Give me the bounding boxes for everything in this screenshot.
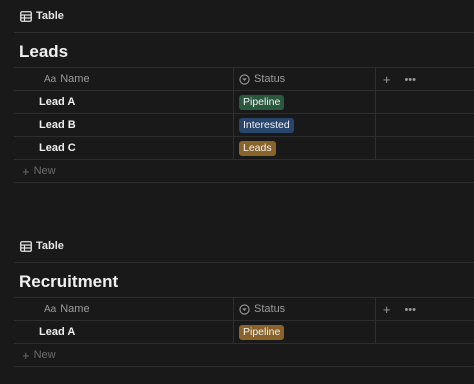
view-bar: Table xyxy=(14,230,474,263)
name-cell[interactable]: Lead B xyxy=(14,114,234,136)
row-filler xyxy=(376,114,474,136)
table: Aa Name Status + ••• Lead A Pipeline xyxy=(14,297,474,367)
status-cell[interactable]: Pipeline xyxy=(234,321,376,343)
view-tab-table[interactable]: Table xyxy=(14,5,68,27)
database-leads: Table Leads Aa Name Status + ••• Lead A … xyxy=(0,0,474,183)
new-row-button[interactable]: + New xyxy=(14,344,474,367)
text-property-icon: Aa xyxy=(44,73,57,85)
more-options-icon[interactable]: ••• xyxy=(404,74,416,86)
status-cell[interactable]: Interested xyxy=(234,114,376,136)
status-property-icon xyxy=(239,303,250,315)
table: Aa Name Status + ••• Lead A Pipeline xyxy=(14,67,474,183)
new-row-label: New xyxy=(33,165,56,177)
status-tag: Interested xyxy=(239,117,294,133)
status-cell[interactable]: Leads xyxy=(234,137,376,159)
column-header-name-label: Name xyxy=(60,73,90,85)
status-tag: Leads xyxy=(239,140,276,156)
plus-icon: + xyxy=(22,347,30,363)
database-title[interactable]: Recruitment xyxy=(19,272,474,292)
row-name: Lead C xyxy=(39,142,76,154)
view-tab-label: Table xyxy=(36,240,64,252)
name-cell[interactable]: Lead C xyxy=(14,137,234,159)
view-tab-table[interactable]: Table xyxy=(14,235,68,257)
column-header-name[interactable]: Aa Name xyxy=(14,68,234,90)
status-tag: Pipeline xyxy=(239,324,285,340)
table-header-row: Aa Name Status + ••• xyxy=(14,67,474,91)
status-property-icon xyxy=(239,73,250,85)
more-options-icon[interactable]: ••• xyxy=(404,304,416,316)
row-filler xyxy=(376,321,474,343)
table-row[interactable]: Lead B Interested xyxy=(14,114,474,137)
name-cell[interactable]: Lead A xyxy=(14,91,234,113)
column-header-status-label: Status xyxy=(254,303,286,315)
column-header-status-label: Status xyxy=(254,73,286,85)
status-cell[interactable]: Pipeline xyxy=(234,91,376,113)
add-property-icon[interactable]: + xyxy=(383,302,391,317)
table-row[interactable]: Lead A Pipeline xyxy=(14,91,474,114)
column-header-name[interactable]: Aa Name xyxy=(14,298,234,320)
table-row[interactable]: Lead A Pipeline xyxy=(14,321,474,344)
text-property-icon: Aa xyxy=(44,303,57,315)
plus-icon: + xyxy=(22,163,30,179)
header-actions: + ••• xyxy=(383,298,416,321)
column-header-name-label: Name xyxy=(60,303,90,315)
status-tag: Pipeline xyxy=(239,94,285,110)
new-row-button[interactable]: + New xyxy=(14,160,474,183)
row-name: Lead A xyxy=(39,96,76,108)
row-filler xyxy=(376,91,474,113)
add-property-icon[interactable]: + xyxy=(383,72,391,87)
row-filler xyxy=(376,137,474,159)
database-title[interactable]: Leads xyxy=(19,42,474,62)
header-actions: + ••• xyxy=(383,68,416,91)
table-row[interactable]: Lead C Leads xyxy=(14,137,474,160)
row-name: Lead B xyxy=(39,119,76,131)
view-bar: Table xyxy=(14,0,474,33)
new-row-label: New xyxy=(33,349,56,361)
table-icon xyxy=(20,10,32,22)
view-tab-label: Table xyxy=(36,10,64,22)
column-header-status[interactable]: Status xyxy=(234,68,376,90)
table-header-row: Aa Name Status + ••• xyxy=(14,297,474,321)
row-name: Lead A xyxy=(39,326,76,338)
column-header-status[interactable]: Status xyxy=(234,298,376,320)
table-icon xyxy=(20,240,32,252)
database-recruitment: Table Recruitment Aa Name Status + ••• L… xyxy=(0,230,474,367)
name-cell[interactable]: Lead A xyxy=(14,321,234,343)
